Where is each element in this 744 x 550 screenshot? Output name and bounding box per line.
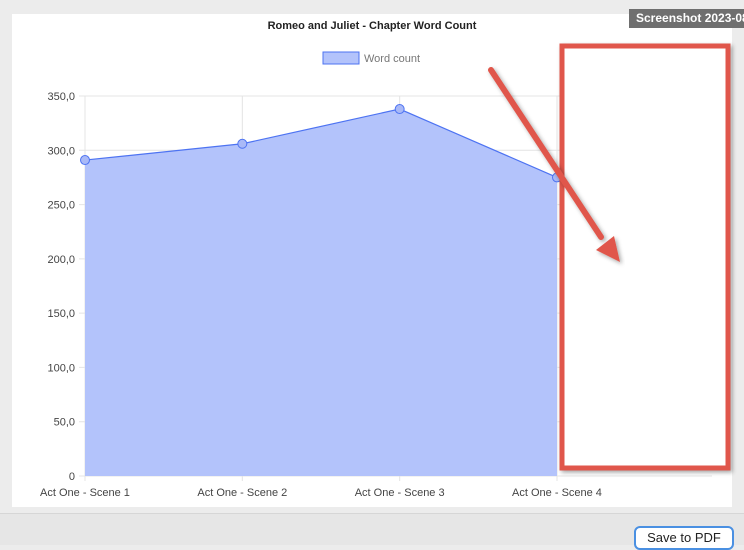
y-tick-label: 0 <box>69 471 75 483</box>
x-tick-label: Act One - Scene 1 <box>40 487 130 499</box>
x-tick-label: Act One - Scene 4 <box>512 487 602 499</box>
x-tick-label: Act One - Scene 3 <box>355 487 445 499</box>
area-fill <box>85 109 557 477</box>
y-tick-label: 100,0 <box>47 362 75 374</box>
data-point <box>80 155 90 166</box>
y-tick-label: 250,0 <box>47 200 75 212</box>
y-tick-label: 150,0 <box>47 308 75 320</box>
data-point <box>237 138 248 149</box>
screenshot-label: Screenshot 2023-08 <box>629 9 744 28</box>
y-axis-ticks: 0 50,0 100,0 150,0 200,0 250,0 300,0 350,0 <box>47 91 75 483</box>
x-axis-ticks: Act One - Scene 1 Act One - Scene 2 Act On… <box>40 487 602 499</box>
y-tick-label: 200,0 <box>47 254 75 266</box>
highlight-rectangle <box>559 43 731 471</box>
save-to-pdf-button[interactable]: Save to PDF <box>634 526 734 550</box>
area-series <box>84 108 558 477</box>
chart-legend: Word count <box>322 51 420 65</box>
y-tick-label: 50,0 <box>54 417 75 429</box>
y-tick-label: 300,0 <box>47 145 75 157</box>
word-count-chart: Romeo and Juliet - Chapter Word Count Wo… <box>40 20 731 499</box>
bottom-toolbar <box>0 513 744 545</box>
chart-title: Romeo and Juliet - Chapter Word Count <box>268 20 477 32</box>
legend-label: Word count <box>364 53 420 65</box>
x-tick-label: Act One - Scene 2 <box>197 487 287 499</box>
data-point <box>394 104 405 115</box>
legend-swatch <box>322 51 360 65</box>
y-tick-label: 350,0 <box>47 91 75 103</box>
